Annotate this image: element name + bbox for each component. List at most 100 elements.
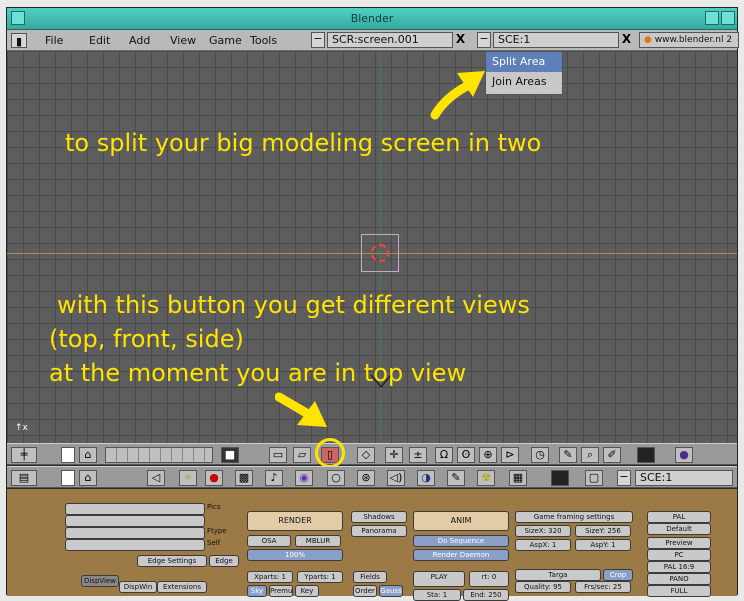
dispview-button[interactable]: DispView <box>81 575 119 587</box>
join-areas-option[interactable]: Join Areas <box>486 72 562 92</box>
aspx-field[interactable]: AspX: 1 <box>515 539 571 551</box>
frs-field[interactable]: Frs/sec: 25 <box>575 581 631 593</box>
sizey-field[interactable]: SizeY: 256 <box>575 525 631 537</box>
persp-icon[interactable]: ◇ <box>357 447 375 463</box>
edge-button[interactable]: Edge <box>209 555 239 567</box>
sta-field[interactable]: Sta: 1 <box>413 589 461 601</box>
buttons-home-icon[interactable]: ⌂ <box>79 470 97 486</box>
extensions-button[interactable]: Extensions <box>157 581 207 593</box>
menu-edit[interactable]: Edit <box>89 33 110 48</box>
fields-button[interactable]: Fields <box>353 571 387 583</box>
pics-path-field[interactable] <box>65 503 205 515</box>
ftype-path-field[interactable] <box>65 527 205 539</box>
full-window-icon[interactable] <box>61 447 75 463</box>
close-window-icon[interactable] <box>721 11 735 25</box>
extra-path-field[interactable] <box>65 539 205 551</box>
do-sequence-button[interactable]: Do Sequence <box>413 535 509 547</box>
render-settings-icon[interactable] <box>551 470 569 486</box>
menu-add[interactable]: Add <box>129 33 150 48</box>
menu-game[interactable]: Game <box>209 33 242 48</box>
order-button[interactable]: Order <box>353 585 377 597</box>
scene-browse-button[interactable]: − <box>477 32 491 48</box>
render-daemon-button[interactable]: Render Daemon <box>413 549 509 561</box>
animation-icon[interactable]: ♪ <box>265 470 283 486</box>
buttons-full-window-icon[interactable] <box>61 470 75 486</box>
realtime-icon[interactable]: ◉ <box>295 470 313 486</box>
brush-icon[interactable]: ✐ <box>603 447 621 463</box>
buttons-scene-browse[interactable]: − <box>617 470 631 486</box>
home-icon[interactable]: ⌂ <box>79 447 97 463</box>
magnet-icon[interactable]: ʘ <box>457 447 475 463</box>
dispwin-button[interactable]: DispWin <box>119 581 157 593</box>
view-icon-a[interactable]: ▭ <box>269 447 287 463</box>
scene-settings-icon[interactable]: ▦ <box>509 470 527 486</box>
pct100-button[interactable]: 100% <box>247 549 343 561</box>
pencil-icon[interactable]: ✎ <box>559 447 577 463</box>
crop-button[interactable]: Crop <box>603 569 633 581</box>
scene-delete-button[interactable]: X <box>619 32 634 48</box>
render-preview-icon[interactable] <box>637 447 655 463</box>
aspy-field[interactable]: AspY: 1 <box>575 539 631 551</box>
pal-button[interactable]: PAL <box>647 511 711 523</box>
pano-button[interactable]: PANO <box>647 573 711 585</box>
backbuf-path-field[interactable] <box>65 515 205 527</box>
game-framing-button[interactable]: Game framing settings <box>515 511 633 523</box>
key-button[interactable]: Key <box>295 585 319 597</box>
search-icon[interactable]: ⌕ <box>581 447 599 463</box>
window-type-3d-icon[interactable]: ╪ <box>11 447 37 463</box>
premul-button[interactable]: Premul <box>269 585 293 597</box>
full-button[interactable]: FULL <box>647 585 711 597</box>
globe-settings-icon[interactable]: ◑ <box>417 470 435 486</box>
radiosity-icon[interactable]: ☢ <box>477 470 495 486</box>
panorama-button[interactable]: Panorama <box>351 525 407 537</box>
sizex-field[interactable]: SizeX: 320 <box>515 525 571 537</box>
view-icon-b[interactable]: ▱ <box>293 447 311 463</box>
end-field[interactable]: End: 250 <box>463 589 509 601</box>
screen-delete-button[interactable]: X <box>453 32 468 48</box>
gauss-button[interactable]: Gauss <box>379 585 403 597</box>
maximize-icon[interactable] <box>705 11 719 25</box>
pal169-button[interactable]: PAL 16:9 <box>647 561 711 573</box>
snap-icon[interactable]: ⊳ <box>501 447 519 463</box>
screen-browse-button[interactable]: − <box>311 32 325 48</box>
world-icon[interactable]: ⊛ <box>357 470 375 486</box>
mblur-button[interactable]: MBLUR <box>295 535 341 547</box>
script-icon[interactable]: ✎ <box>447 470 465 486</box>
material-icon[interactable]: ● <box>205 470 223 486</box>
blender-url-link[interactable]: ● www.blender.nl 2 <box>639 32 739 48</box>
view-settings-icon[interactable]: ◁ <box>147 470 165 486</box>
other-icon[interactable]: ▢ <box>585 470 603 486</box>
zoom-icon[interactable]: ± <box>409 447 427 463</box>
window-menu-icon[interactable] <box>11 11 25 25</box>
rt-field[interactable]: rt: 0 <box>469 571 509 587</box>
targa-select[interactable]: Targa <box>515 569 601 581</box>
menu-view[interactable]: View <box>170 33 196 48</box>
quality-field[interactable]: Quality: 95 <box>515 581 571 593</box>
scene-name-field[interactable]: SCE:1 <box>493 32 619 48</box>
menu-tools[interactable]: Tools <box>250 33 277 48</box>
sky-button[interactable]: Sky <box>247 585 267 597</box>
globe-icon[interactable]: ● <box>675 447 693 463</box>
preview-button[interactable]: Preview <box>647 537 711 549</box>
3d-viewport[interactable]: ↑x to split your big modeling screen in … <box>7 51 737 443</box>
xparts-field[interactable]: Xparts: 1 <box>247 571 293 583</box>
window-type-icon[interactable]: ▮ <box>11 33 27 48</box>
window-titlebar[interactable]: Blender <box>7 8 737 30</box>
screen-name-field[interactable]: SCR:screen.001 <box>327 32 453 48</box>
pc-button[interactable]: PC <box>647 549 711 561</box>
texture-icon[interactable]: ▩ <box>235 470 253 486</box>
editing-icon[interactable]: ○ <box>327 470 345 486</box>
shadows-button[interactable]: Shadows <box>351 511 407 523</box>
pivot-icon[interactable]: ⊕ <box>479 447 497 463</box>
lock-icon[interactable]: ■ <box>221 447 239 463</box>
play-button[interactable]: PLAY <box>413 571 465 587</box>
split-area-option[interactable]: Split Area <box>486 52 562 72</box>
anim-button[interactable]: ANIM <box>413 511 509 531</box>
headphones-icon[interactable]: Ω <box>435 447 453 463</box>
sound-icon[interactable]: ◁) <box>387 470 405 486</box>
lamp-icon[interactable]: ☀ <box>179 470 197 486</box>
osa-button[interactable]: OSA <box>247 535 291 547</box>
window-type-buttons-icon[interactable]: ▤ <box>11 470 37 486</box>
move-icon[interactable]: ✛ <box>385 447 403 463</box>
default-button[interactable]: Default <box>647 523 711 535</box>
